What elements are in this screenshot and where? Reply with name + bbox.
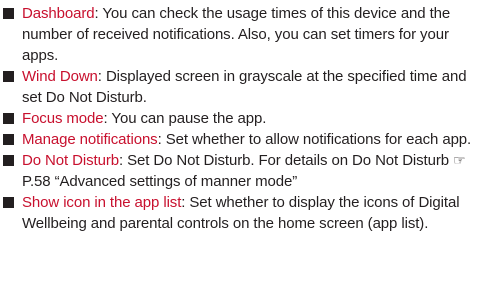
list-item-show-icon-in-app-list: Show icon in the app list: Set whether t…	[0, 192, 485, 234]
term-focus-mode: Focus mode	[22, 110, 104, 127]
square-bullet-icon	[3, 71, 14, 82]
square-bullet-icon	[3, 134, 14, 145]
term-do-not-disturb: Do Not Disturb	[22, 152, 119, 169]
square-bullet-icon	[3, 155, 14, 166]
reference-pointer-icon: ☞	[453, 152, 466, 168]
description: Set Do Not Disturb. For details on Do No…	[127, 152, 454, 169]
term-wind-down: Wind Down	[22, 68, 98, 85]
separator: :	[97, 68, 106, 85]
list-item-wind-down: Wind Down: Displayed screen in grayscale…	[0, 66, 485, 108]
description: You can pause the app.	[111, 110, 267, 127]
term-manage-notifications: Manage notifications	[22, 131, 158, 148]
separator: :	[157, 131, 166, 148]
square-bullet-icon	[3, 8, 14, 19]
square-bullet-icon	[3, 197, 14, 208]
separator: :	[118, 152, 128, 169]
description: Set whether to allow notifications for e…	[165, 131, 472, 148]
term-show-icon-in-app-list: Show icon in the app list	[22, 194, 182, 211]
square-bullet-icon	[3, 113, 14, 124]
list-item-manage-notifications: Manage notifications: Set whether to all…	[0, 129, 485, 150]
page-reference: P.58 “Advanced settings of manner mode”	[22, 173, 298, 190]
feature-list: Dashboard: You can check the usage times…	[0, 0, 485, 234]
list-item-do-not-disturb: Do Not Disturb: Set Do Not Disturb. For …	[0, 150, 485, 192]
term-dashboard: Dashboard	[22, 5, 95, 22]
list-item-focus-mode: Focus mode: You can pause the app.	[0, 108, 485, 129]
list-item-dashboard: Dashboard: You can check the usage times…	[0, 3, 485, 66]
